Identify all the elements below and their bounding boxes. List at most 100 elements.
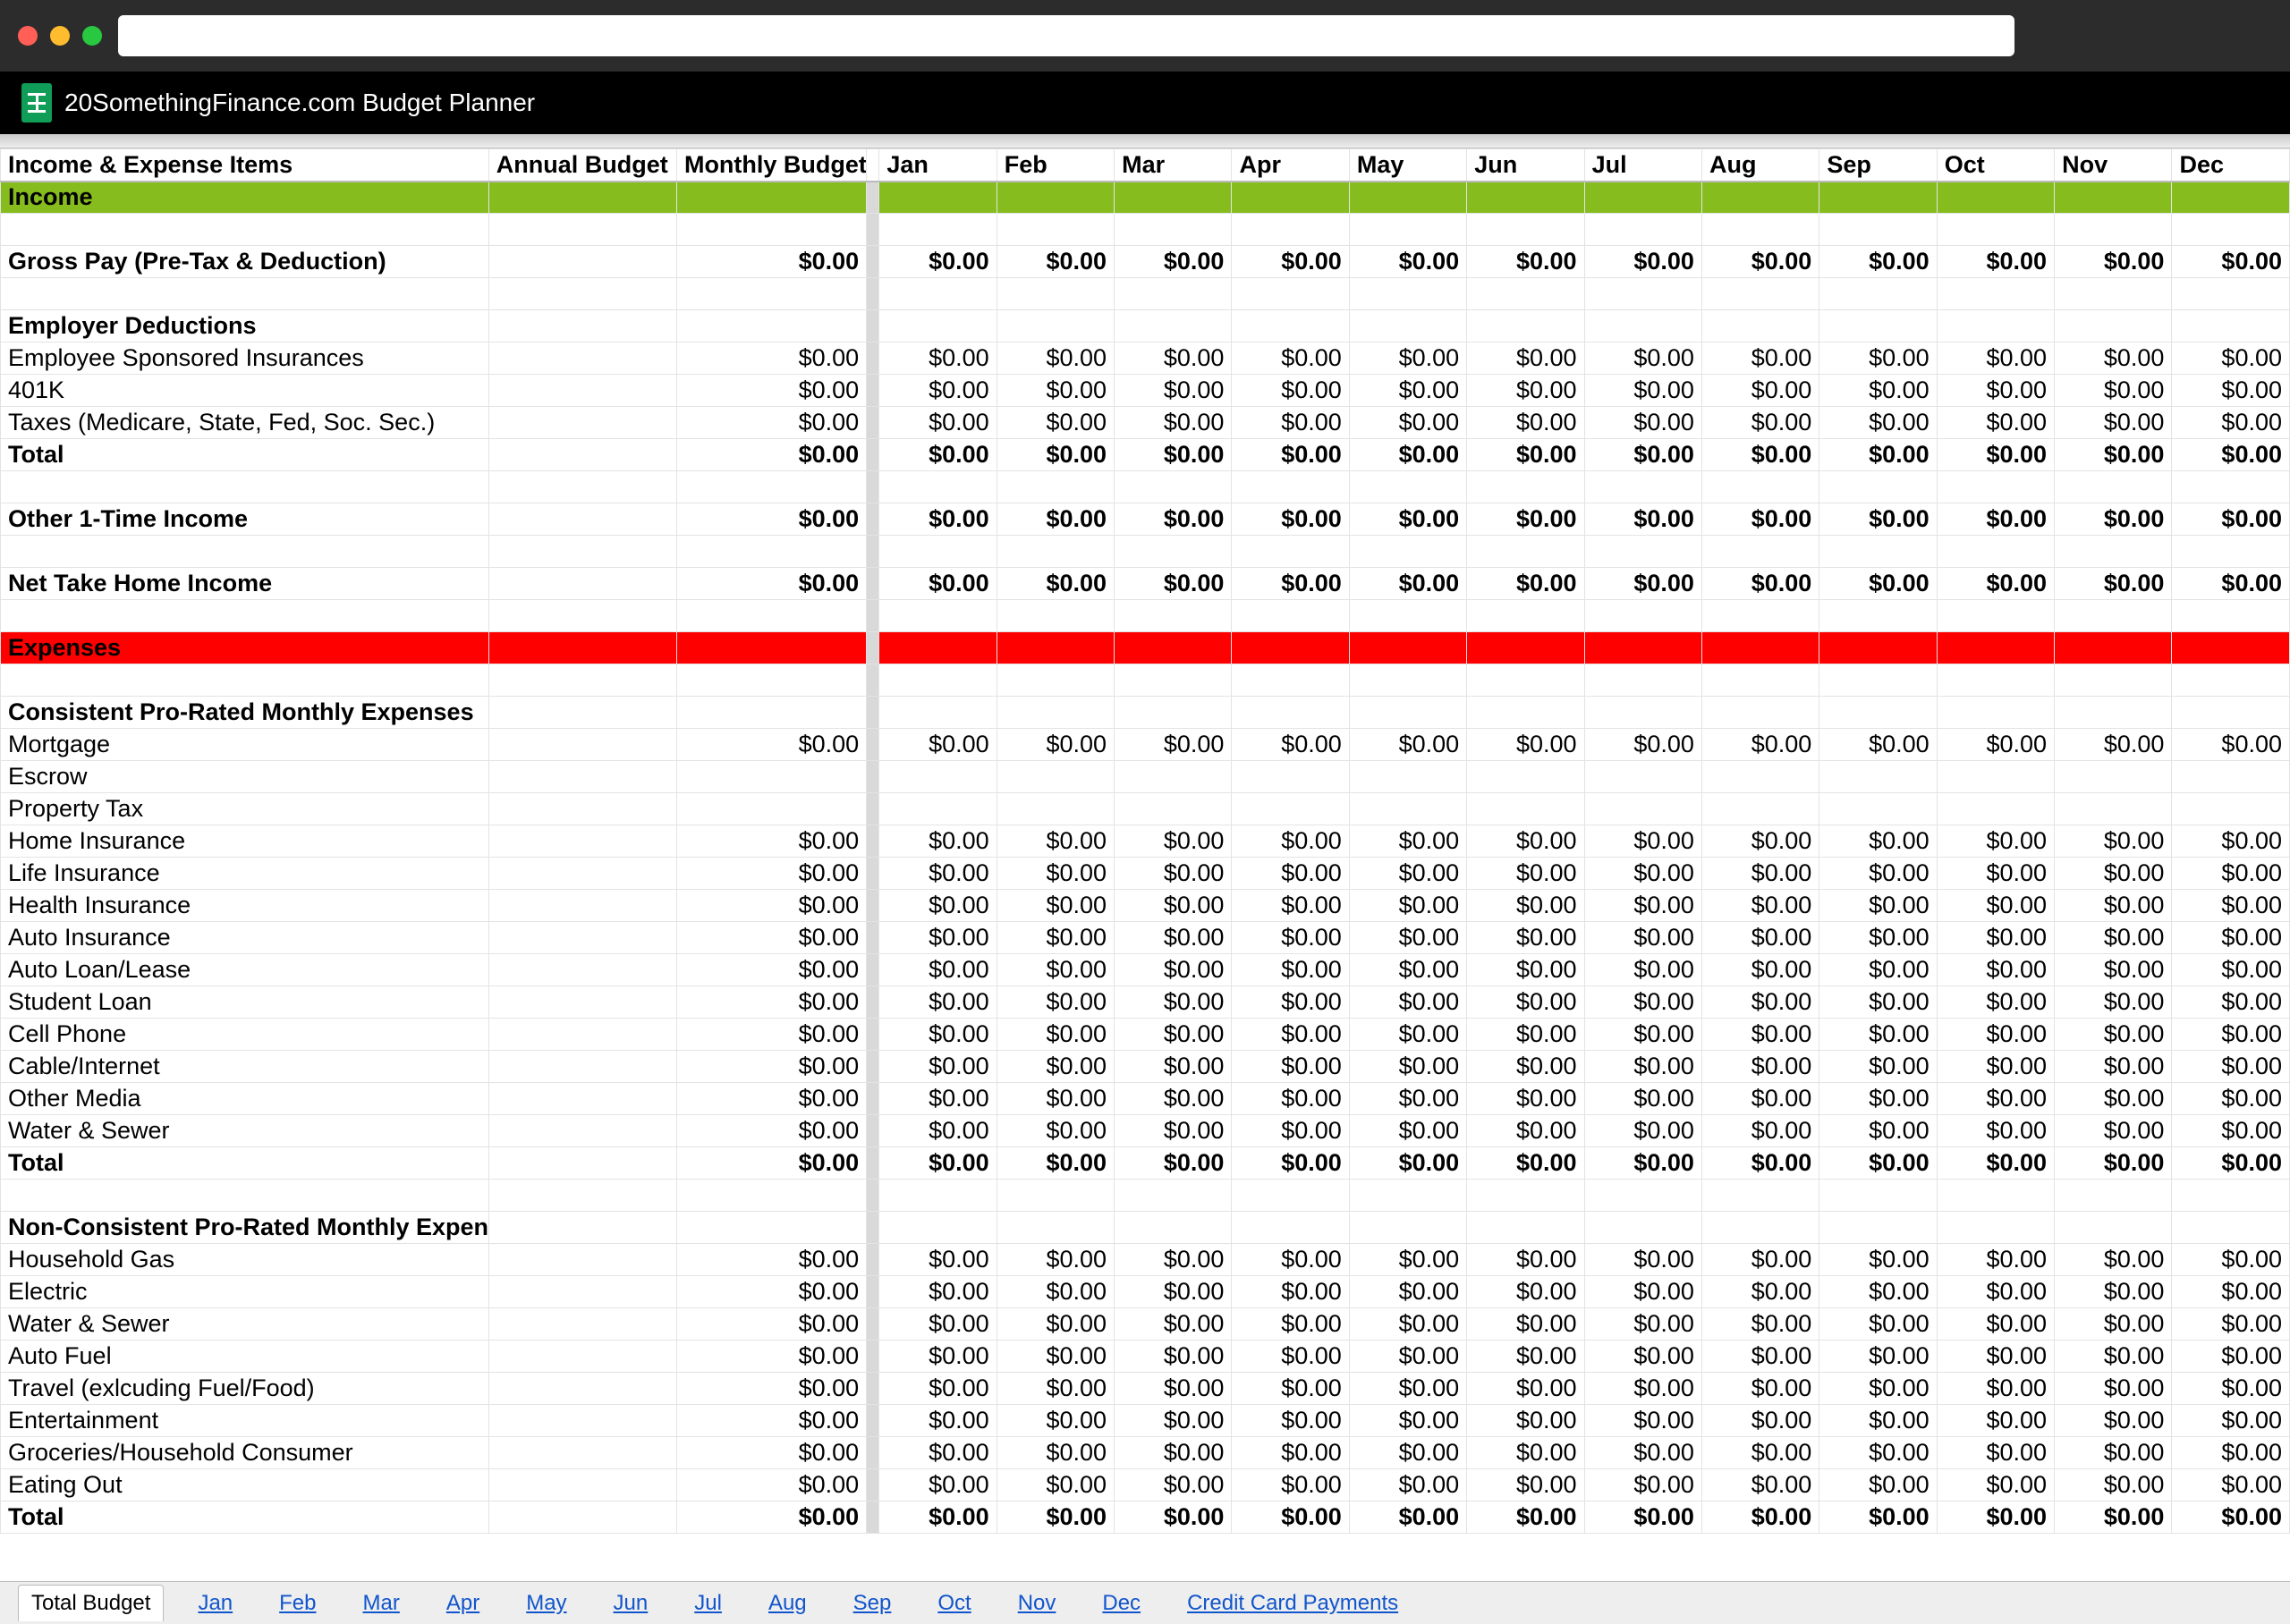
cell-annual[interactable] [488, 1276, 676, 1308]
cell[interactable] [1937, 536, 2054, 568]
cell-month[interactable]: $0.00 [1115, 825, 1232, 858]
cell-month[interactable] [1232, 761, 1349, 793]
cell-month[interactable]: $0.00 [1937, 954, 2054, 986]
cell[interactable] [1, 600, 489, 632]
cell[interactable] [1232, 182, 1349, 214]
cell-month[interactable]: $0.00 [1467, 1147, 1584, 1180]
cell-month[interactable]: $0.00 [2055, 1308, 2172, 1341]
cell-month[interactable]: $0.00 [1467, 568, 1584, 600]
spreadsheet-viewport[interactable]: Income & Expense ItemsAnnual BudgetMonth… [0, 148, 2290, 1581]
cell-month[interactable]: $0.00 [1701, 825, 1819, 858]
col-header-sep[interactable]: Sep [1819, 149, 1937, 182]
sheet-tab-credit-card-payments[interactable]: Credit Card Payments [1175, 1586, 1411, 1621]
cell-month[interactable]: $0.00 [1115, 1244, 1232, 1276]
cell[interactable] [1467, 600, 1584, 632]
cell[interactable] [1701, 536, 1819, 568]
cell-month[interactable]: $0.00 [997, 407, 1114, 439]
cell-month[interactable]: $0.00 [1701, 375, 1819, 407]
cell-month[interactable]: $0.00 [1232, 1308, 1349, 1341]
cell-month[interactable]: $0.00 [1584, 1147, 1701, 1180]
cell-annual[interactable] [488, 825, 676, 858]
cell-month[interactable]: $0.00 [879, 1405, 997, 1437]
cell-month[interactable] [1937, 697, 2054, 729]
cell-month[interactable]: $0.00 [879, 890, 997, 922]
cell[interactable] [1701, 600, 1819, 632]
row-label[interactable]: Other Media [1, 1083, 489, 1115]
cell-annual[interactable] [488, 922, 676, 954]
cell-month[interactable]: $0.00 [1232, 246, 1349, 278]
cell-month[interactable]: $0.00 [1819, 1083, 1937, 1115]
cell-annual[interactable] [488, 310, 676, 343]
cell-month[interactable] [1232, 793, 1349, 825]
cell-monthly[interactable]: $0.00 [676, 1083, 866, 1115]
cell-month[interactable] [1819, 761, 1937, 793]
cell[interactable] [488, 632, 676, 664]
cell-monthly[interactable]: $0.00 [676, 439, 866, 471]
cell-month[interactable]: $0.00 [1584, 1341, 1701, 1373]
cell-month[interactable]: $0.00 [1819, 1341, 1937, 1373]
sheet-tab-may[interactable]: May [513, 1586, 579, 1621]
section-label[interactable]: Expenses [1, 632, 489, 664]
cell-month[interactable]: $0.00 [1349, 343, 1466, 375]
cell-month[interactable]: $0.00 [1115, 503, 1232, 536]
cell-month[interactable]: $0.00 [2172, 890, 2290, 922]
cell-month[interactable]: $0.00 [1349, 1341, 1466, 1373]
cell-month[interactable] [1701, 1212, 1819, 1244]
cell-month[interactable]: $0.00 [1349, 503, 1466, 536]
cell-month[interactable]: $0.00 [2172, 407, 2290, 439]
cell[interactable] [1349, 182, 1466, 214]
cell-month[interactable]: $0.00 [1584, 1437, 1701, 1469]
cell[interactable] [676, 471, 866, 503]
cell-month[interactable]: $0.00 [997, 1469, 1114, 1501]
cell-monthly[interactable]: $0.00 [676, 1501, 866, 1534]
cell-monthly[interactable]: $0.00 [676, 246, 866, 278]
cell-month[interactable]: $0.00 [1349, 1469, 1466, 1501]
cell-month[interactable]: $0.00 [1232, 1501, 1349, 1534]
cell-month[interactable]: $0.00 [1584, 954, 1701, 986]
cell-month[interactable]: $0.00 [879, 343, 997, 375]
cell-month[interactable]: $0.00 [1584, 1308, 1701, 1341]
cell[interactable] [2055, 600, 2172, 632]
cell-month[interactable]: $0.00 [879, 825, 997, 858]
cell-month[interactable]: $0.00 [879, 375, 997, 407]
cell-month[interactable]: $0.00 [1937, 407, 2054, 439]
cell-month[interactable]: $0.00 [1115, 922, 1232, 954]
cell-month[interactable]: $0.00 [997, 1276, 1114, 1308]
cell-monthly[interactable]: $0.00 [676, 1469, 866, 1501]
cell-month[interactable]: $0.00 [1115, 246, 1232, 278]
cell-month[interactable]: $0.00 [1584, 1469, 1701, 1501]
cell-month[interactable]: $0.00 [1232, 825, 1349, 858]
cell-monthly[interactable]: $0.00 [676, 1244, 866, 1276]
cell[interactable] [1232, 214, 1349, 246]
cell-month[interactable]: $0.00 [1819, 1051, 1937, 1083]
cell[interactable] [1232, 632, 1349, 664]
cell-month[interactable]: $0.00 [1467, 343, 1584, 375]
cell-month[interactable]: $0.00 [1115, 407, 1232, 439]
cell-month[interactable]: $0.00 [2055, 1115, 2172, 1147]
col-header-jul[interactable]: Jul [1584, 149, 1701, 182]
maximize-window-button[interactable] [82, 26, 102, 46]
cell-month[interactable]: $0.00 [2172, 1341, 2290, 1373]
col-header-may[interactable]: May [1349, 149, 1466, 182]
cell-month[interactable]: $0.00 [997, 1051, 1114, 1083]
cell-month[interactable]: $0.00 [997, 503, 1114, 536]
cell-month[interactable]: $0.00 [1115, 1051, 1232, 1083]
cell-annual[interactable] [488, 1308, 676, 1341]
cell-month[interactable] [1115, 761, 1232, 793]
cell-month[interactable] [1467, 793, 1584, 825]
cell-month[interactable]: $0.00 [879, 1051, 997, 1083]
cell-month[interactable]: $0.00 [1467, 1308, 1584, 1341]
cell[interactable] [1819, 214, 1937, 246]
sheet-tab-aug[interactable]: Aug [756, 1586, 819, 1621]
cell-month[interactable] [1584, 1212, 1701, 1244]
cell-annual[interactable] [488, 1373, 676, 1405]
cell-monthly[interactable]: $0.00 [676, 858, 866, 890]
cell-month[interactable]: $0.00 [997, 1115, 1114, 1147]
cell[interactable] [1819, 632, 1937, 664]
cell-month[interactable] [1701, 761, 1819, 793]
cell-month[interactable]: $0.00 [2172, 986, 2290, 1019]
cell-month[interactable]: $0.00 [2055, 986, 2172, 1019]
cell-month[interactable]: $0.00 [2172, 246, 2290, 278]
cell-month[interactable]: $0.00 [1232, 568, 1349, 600]
cell[interactable] [2055, 278, 2172, 310]
